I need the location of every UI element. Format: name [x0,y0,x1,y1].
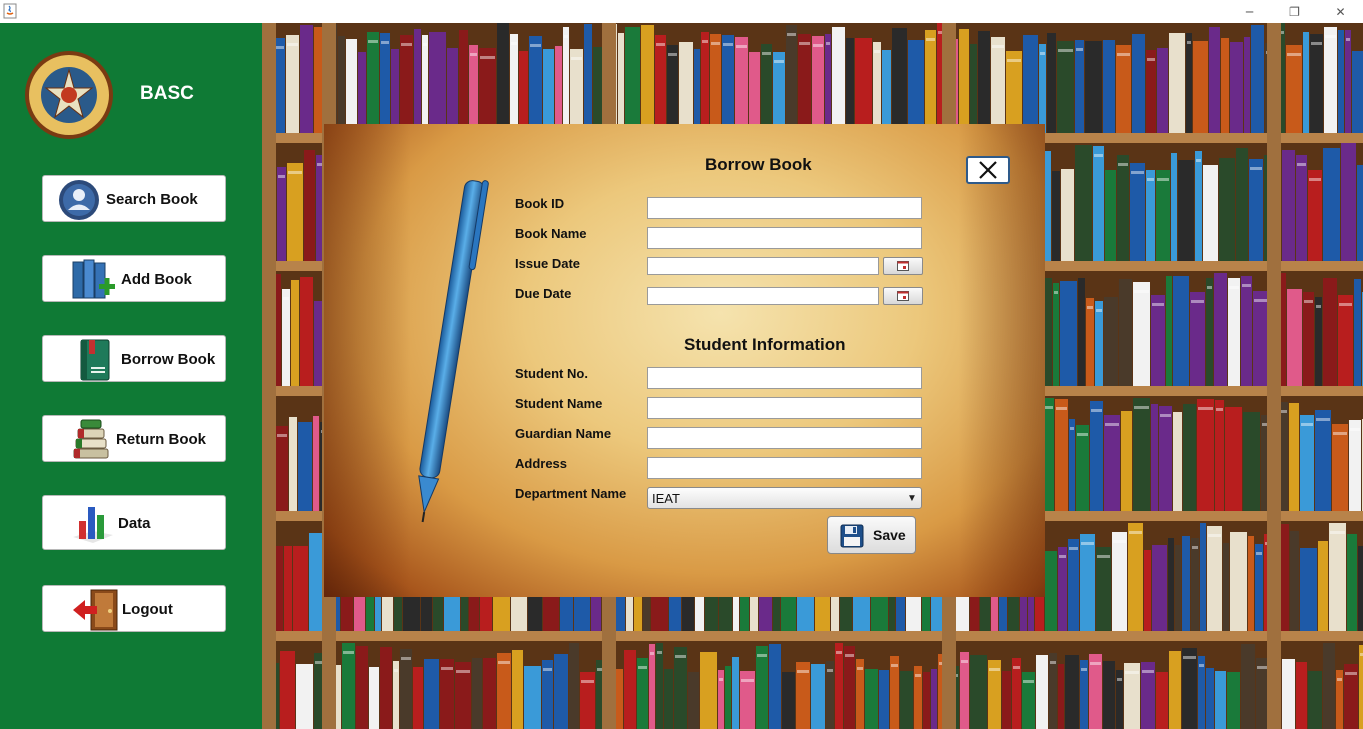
save-button[interactable]: Save [827,516,916,554]
logout-button[interactable]: Logout [42,585,226,632]
student-info-title: Student Information [684,335,846,354]
borrow-book-label: Borrow Book [121,351,216,368]
calendar-icon [897,291,909,301]
dialog-title: Borrow Book [705,155,812,174]
issue-date-calendar-button[interactable] [883,257,923,275]
calendar-icon [897,261,909,271]
basc-logo [25,51,113,139]
department-name-label: Department Name [515,486,627,501]
borrow-book-button[interactable]: Borrow Book [42,335,226,382]
guardian-name-input[interactable] [647,427,922,449]
dialog-close-button[interactable] [966,156,1010,184]
address-label: Address [515,456,568,471]
sidebar: BASC Search Book Add Book Borrow Book Re… [0,23,262,729]
app-name: BASC [140,83,194,104]
bar-chart-icon [73,507,113,543]
book-id-label: Book ID [515,196,565,211]
search-book-label: Search Book [106,191,198,208]
book-name-input[interactable] [647,227,922,249]
save-label: Save [873,527,906,543]
book-icon [80,339,110,381]
floppy-disk-icon [840,524,864,548]
department-select[interactable]: IEAT ▼ [647,487,922,509]
issue-date-input[interactable] [647,257,879,275]
student-name-label: Student Name [515,396,603,411]
books-stack-icon [73,419,109,459]
restore-button[interactable]: ❐ [1272,0,1317,23]
close-icon [979,161,997,179]
return-book-button[interactable]: Return Book [42,415,226,462]
due-date-label: Due Date [515,286,572,301]
due-date-calendar-button[interactable] [883,287,923,305]
book-id-input[interactable] [647,197,922,219]
address-input[interactable] [647,457,922,479]
search-book-button[interactable]: Search Book [42,175,226,222]
department-selected-value: IEAT [652,491,680,506]
return-book-label: Return Book [116,431,206,448]
issue-date-label: Issue Date [515,256,581,271]
dropdown-arrow-icon[interactable]: ▼ [905,490,919,506]
user-icon [59,180,99,220]
guardian-name-label: Guardian Name [515,426,612,441]
pen-illustration [418,180,489,523]
borrow-book-dialog: Borrow Book Book ID Book Name Issue Date… [324,124,1045,597]
due-date-input[interactable] [647,287,879,305]
minimize-button[interactable]: ─ [1227,0,1272,23]
add-book-label: Add Book [121,271,192,288]
book-name-label: Book Name [515,226,587,241]
add-book-icon [72,259,115,299]
data-button[interactable]: Data [42,495,226,550]
exit-door-icon [73,589,118,631]
window-close-button[interactable]: ✕ [1318,0,1363,23]
data-label: Data [118,515,151,532]
student-no-label: Student No. [515,366,588,381]
java-app-icon [3,3,17,19]
student-no-input[interactable] [647,367,922,389]
window-title-bar: ─ ❐ ✕ [0,0,1363,23]
add-book-button[interactable]: Add Book [42,255,226,302]
student-name-input[interactable] [647,397,922,419]
logout-label: Logout [122,601,173,618]
